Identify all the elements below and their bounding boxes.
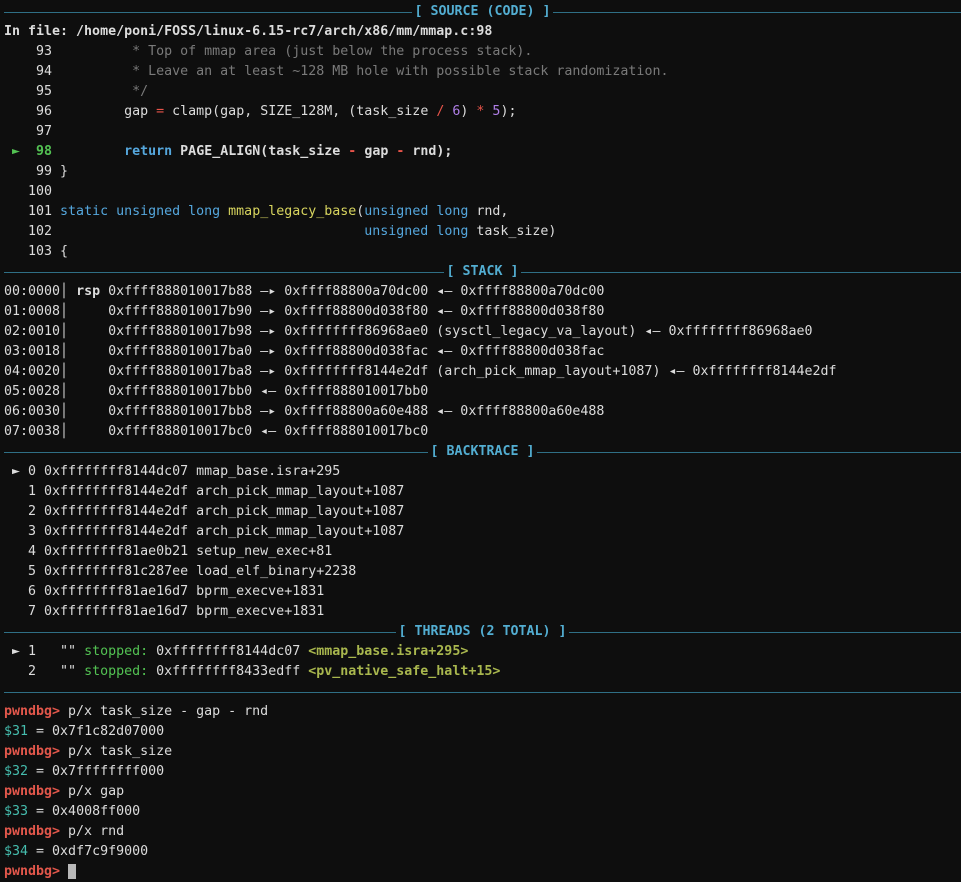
- section-header-threads: [ THREADS (2 TOTAL) ]: [4, 622, 961, 642]
- console-line: pwndbg>: [4, 862, 961, 882]
- console-line: pwndbg> p/x task_size - gap - rnd: [4, 702, 961, 722]
- source-line: 96 gap = clamp(gap, SIZE_128M, (task_siz…: [4, 102, 961, 122]
- stack-line: 00:0000│ rsp 0xffff888010017b88 —▸ 0xfff…: [4, 282, 961, 302]
- stack-line: 06:0030│ 0xffff888010017bb8 —▸ 0xffff888…: [4, 402, 961, 422]
- backtrace-line: 2 0xffffffff8144e2df arch_pick_mmap_layo…: [4, 502, 961, 522]
- horizontal-rule: [4, 452, 428, 453]
- section-header-source: [ SOURCE (CODE) ]: [4, 2, 961, 22]
- section-header-backtrace: [ BACKTRACE ]: [4, 442, 961, 462]
- horizontal-rule: [553, 12, 961, 13]
- source-line: 97: [4, 122, 961, 142]
- horizontal-rule: [4, 272, 444, 273]
- source-line: In file: /home/poni/FOSS/linux-6.15-rc7/…: [4, 22, 961, 42]
- backtrace-line: 1 0xffffffff8144e2df arch_pick_mmap_layo…: [4, 482, 961, 502]
- stack-line: 07:0038│ 0xffff888010017bc0 ◂— 0xffff888…: [4, 422, 961, 442]
- stack-line: 03:0018│ 0xffff888010017ba0 —▸ 0xffff888…: [4, 342, 961, 362]
- backtrace-line: ► 0 0xffffffff8144dc07 mmap_base.isra+29…: [4, 462, 961, 482]
- stack-line: 05:0028│ 0xffff888010017bb0 ◂— 0xffff888…: [4, 382, 961, 402]
- stack-line: 04:0020│ 0xffff888010017ba8 —▸ 0xfffffff…: [4, 362, 961, 382]
- source-line: 95 */: [4, 82, 961, 102]
- section-title-threads: [ THREADS (2 TOTAL) ]: [396, 622, 568, 642]
- backtrace-line: 6 0xffffffff81ae16d7 bprm_execve+1831: [4, 582, 961, 602]
- source-line: 99 }: [4, 162, 961, 182]
- section-title-backtrace: [ BACKTRACE ]: [428, 442, 536, 462]
- console-line: $31 = 0x7f1c82d07000: [4, 722, 961, 742]
- console-line: pwndbg> p/x rnd: [4, 822, 961, 842]
- backtrace-line: 7 0xffffffff81ae16d7 bprm_execve+1831: [4, 602, 961, 622]
- source-line: 101 static unsigned long mmap_legacy_bas…: [4, 202, 961, 222]
- source-line: 100: [4, 182, 961, 202]
- section-title-source: [ SOURCE (CODE) ]: [412, 2, 552, 22]
- section-header-stack: [ STACK ]: [4, 262, 961, 282]
- thread-line: 2 "" stopped: 0xffffffff8433edff <pv_nat…: [4, 662, 961, 682]
- console-line: $32 = 0x7ffffffff000: [4, 762, 961, 782]
- horizontal-rule: [569, 632, 961, 633]
- horizontal-rule: [4, 692, 961, 693]
- horizontal-rule: [537, 452, 961, 453]
- backtrace-line: 3 0xffffffff8144e2df arch_pick_mmap_layo…: [4, 522, 961, 542]
- source-line: 93 * Top of mmap area (just below the pr…: [4, 42, 961, 62]
- source-line: 94 * Leave an at least ~128 MB hole with…: [4, 62, 961, 82]
- text-cursor[interactable]: [68, 864, 76, 879]
- thread-line: ► 1 "" stopped: 0xffffffff8144dc07 <mmap…: [4, 642, 961, 662]
- source-line: ► 98 return PAGE_ALIGN(task_size - gap -…: [4, 142, 961, 162]
- horizontal-rule: [521, 272, 961, 273]
- console-line: $34 = 0xdf7c9f9000: [4, 842, 961, 862]
- backtrace-line: 5 0xffffffff81c287ee load_elf_binary+223…: [4, 562, 961, 582]
- horizontal-rule: [4, 12, 412, 13]
- horizontal-rule: [4, 632, 396, 633]
- section-divider: [4, 682, 961, 702]
- stack-line: 01:0008│ 0xffff888010017b90 —▸ 0xffff888…: [4, 302, 961, 322]
- console-line: $33 = 0x4008ff000: [4, 802, 961, 822]
- backtrace-line: 4 0xffffffff81ae0b21 setup_new_exec+81: [4, 542, 961, 562]
- console-line: pwndbg> p/x gap: [4, 782, 961, 802]
- console-line: pwndbg> p/x task_size: [4, 742, 961, 762]
- source-line: 102 unsigned long task_size): [4, 222, 961, 242]
- source-line: 103 {: [4, 242, 961, 262]
- section-title-stack: [ STACK ]: [444, 262, 520, 282]
- pwndbg-terminal[interactable]: [ SOURCE (CODE) ]In file: /home/poni/FOS…: [0, 0, 961, 882]
- stack-line: 02:0010│ 0xffff888010017b98 —▸ 0xfffffff…: [4, 322, 961, 342]
